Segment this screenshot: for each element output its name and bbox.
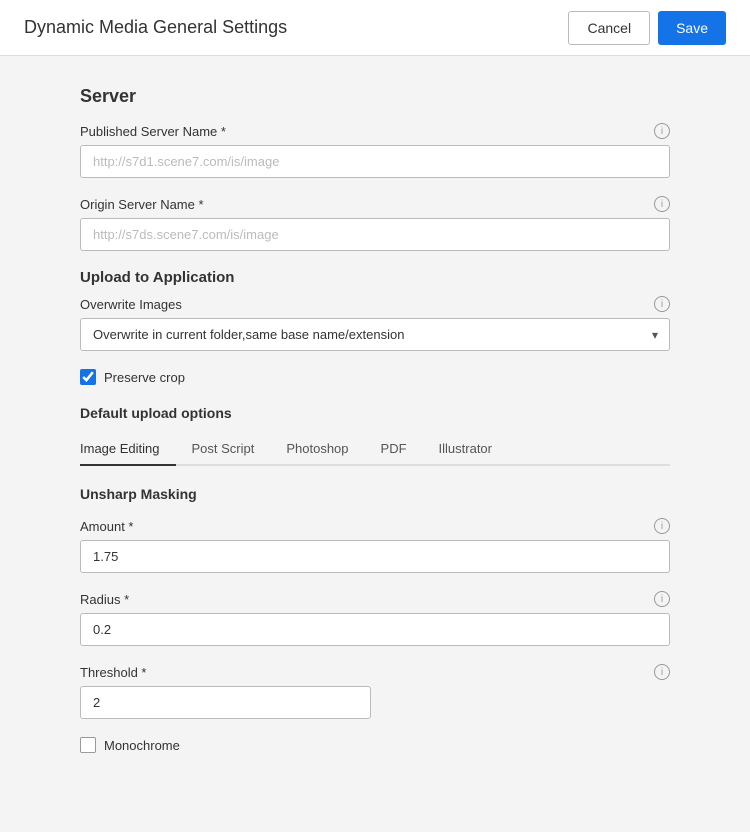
upload-to-application-title: Upload to Application bbox=[80, 269, 670, 286]
threshold-input[interactable]: 2 bbox=[80, 686, 371, 719]
overwrite-images-select[interactable]: Overwrite in current folder,same base na… bbox=[80, 318, 670, 351]
threshold-field: Threshold * i 2 bbox=[80, 664, 670, 719]
threshold-label-row: Threshold * i bbox=[80, 664, 670, 680]
preserve-crop-label[interactable]: Preserve crop bbox=[104, 370, 185, 385]
header-actions: Cancel Save bbox=[568, 11, 726, 45]
preserve-crop-checkbox[interactable] bbox=[80, 369, 96, 385]
monochrome-row: Monochrome bbox=[80, 737, 670, 753]
monochrome-checkbox[interactable] bbox=[80, 737, 96, 753]
default-upload-options-title: Default upload options bbox=[80, 405, 670, 421]
published-server-name-label-row: Published Server Name * i bbox=[80, 123, 670, 139]
upload-options-tabs: Image Editing Post Script Photoshop PDF … bbox=[80, 433, 670, 466]
origin-server-name-info-icon: i bbox=[654, 196, 670, 212]
overwrite-images-label-row: Overwrite Images i bbox=[80, 296, 670, 312]
origin-server-name-label: Origin Server Name * bbox=[80, 197, 204, 212]
origin-server-name-label-row: Origin Server Name * i bbox=[80, 196, 670, 212]
amount-field: Amount * i 1.75 bbox=[80, 518, 670, 573]
overwrite-images-info-icon: i bbox=[654, 296, 670, 312]
published-server-name-input[interactable] bbox=[80, 145, 670, 178]
preserve-crop-row: Preserve crop bbox=[80, 369, 670, 385]
save-button[interactable]: Save bbox=[658, 11, 726, 45]
threshold-info-icon: i bbox=[654, 664, 670, 680]
origin-server-name-field: Origin Server Name * i bbox=[80, 196, 670, 251]
amount-info-icon: i bbox=[654, 518, 670, 534]
radius-label: Radius * bbox=[80, 592, 129, 607]
amount-input[interactable]: 1.75 bbox=[80, 540, 670, 573]
radius-field: Radius * i 0.2 bbox=[80, 591, 670, 646]
amount-label-row: Amount * i bbox=[80, 518, 670, 534]
tab-photoshop[interactable]: Photoshop bbox=[270, 433, 364, 466]
overwrite-images-select-wrapper: Overwrite in current folder,same base na… bbox=[80, 318, 670, 351]
tab-pdf[interactable]: PDF bbox=[365, 433, 423, 466]
unsharp-masking-section: Unsharp Masking Amount * i 1.75 Radius *… bbox=[80, 486, 670, 753]
monochrome-label[interactable]: Monochrome bbox=[104, 738, 180, 753]
radius-input[interactable]: 0.2 bbox=[80, 613, 670, 646]
main-content: Server Published Server Name * i Origin … bbox=[0, 56, 750, 783]
radius-label-row: Radius * i bbox=[80, 591, 670, 607]
radius-info-icon: i bbox=[654, 591, 670, 607]
published-server-name-label: Published Server Name * bbox=[80, 124, 226, 139]
page-title: Dynamic Media General Settings bbox=[24, 17, 287, 38]
unsharp-masking-title: Unsharp Masking bbox=[80, 486, 670, 502]
cancel-button[interactable]: Cancel bbox=[568, 11, 650, 45]
tab-image-editing[interactable]: Image Editing bbox=[80, 433, 176, 466]
tab-post-script[interactable]: Post Script bbox=[176, 433, 271, 466]
overwrite-images-field: Overwrite Images i Overwrite in current … bbox=[80, 296, 670, 351]
published-server-name-info-icon: i bbox=[654, 123, 670, 139]
published-server-name-field: Published Server Name * i bbox=[80, 123, 670, 178]
tab-illustrator[interactable]: Illustrator bbox=[423, 433, 508, 466]
page-header: Dynamic Media General Settings Cancel Sa… bbox=[0, 0, 750, 56]
server-section-title: Server bbox=[80, 86, 670, 107]
amount-label: Amount * bbox=[80, 519, 133, 534]
origin-server-name-input[interactable] bbox=[80, 218, 670, 251]
threshold-label: Threshold * bbox=[80, 665, 146, 680]
overwrite-images-label: Overwrite Images bbox=[80, 297, 182, 312]
